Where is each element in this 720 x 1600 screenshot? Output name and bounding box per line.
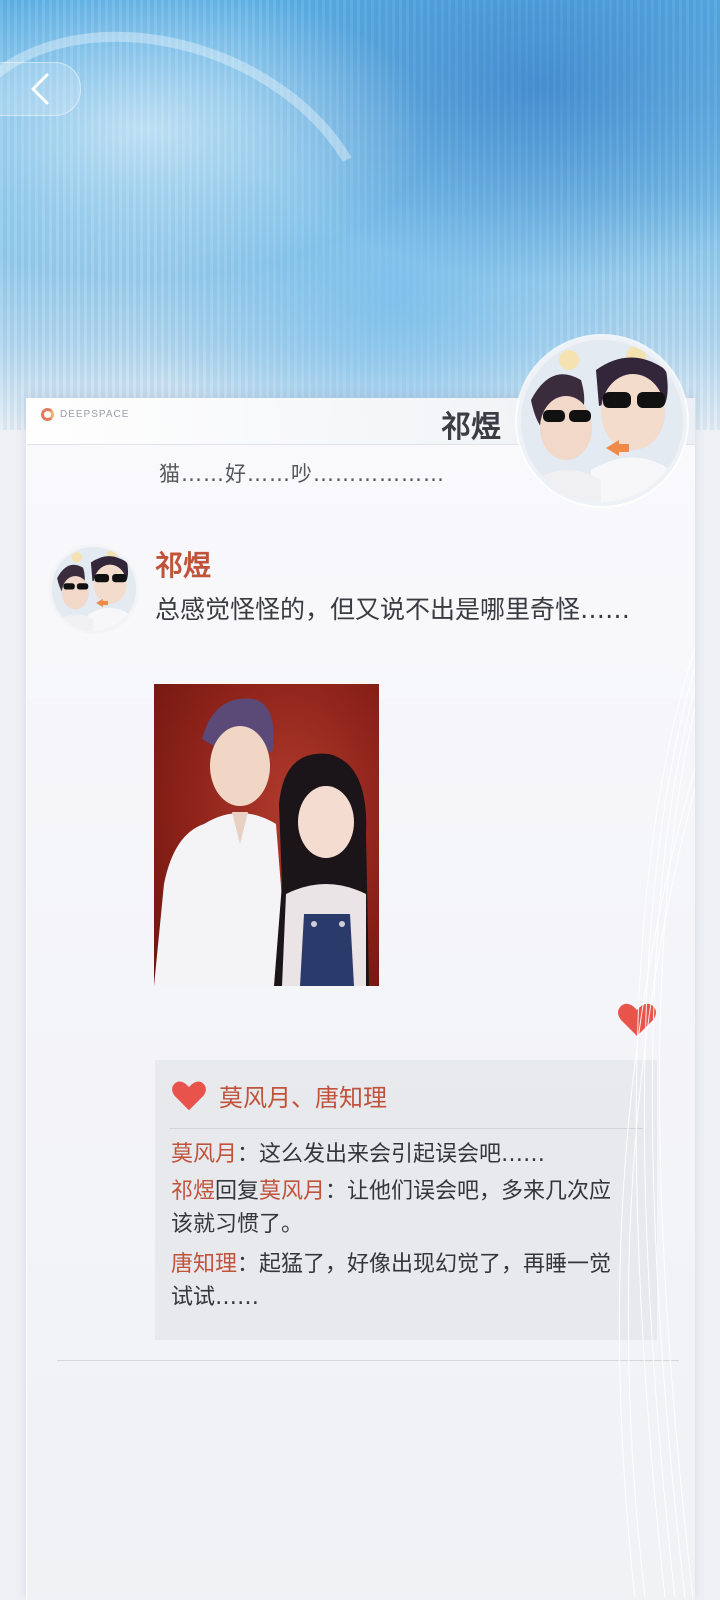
post-photo[interactable] [154, 684, 379, 986]
brand-logo: DEEPSPACE [41, 408, 129, 421]
heart-icon [618, 1003, 656, 1036]
profile-signature: 猫……好……吵……………… [159, 462, 445, 486]
comment-item[interactable]: 祁煜回复莫风月：让他们误会吧，多来几次应该就习惯了。 [171, 1175, 629, 1241]
comment-author[interactable]: 祁煜 [171, 1179, 215, 1204]
couple-photo-icon [154, 698, 369, 986]
profile-name: 祁煜 [441, 410, 501, 445]
heart-icon [172, 1081, 206, 1110]
likes-row: 莫风月、唐知理 [171, 1078, 387, 1113]
brand-text: DEEPSPACE [60, 409, 130, 420]
comment-item[interactable]: 唐知理：起猛了，好像出现幻觉了，再睡一觉试试…… [171, 1248, 629, 1314]
chevron-left-icon [31, 73, 49, 105]
post-author-name[interactable]: 祁煜 [155, 544, 211, 584]
divider [169, 1128, 643, 1129]
comment-item[interactable]: 莫风月：这么发出来会引起误会吧…… [171, 1138, 629, 1171]
post-author-avatar[interactable] [49, 544, 139, 634]
liked-by-names: 莫风月、唐知理 [219, 1084, 387, 1112]
moment-card: DEEPSPACE 祁煜 猫……好……吵……………… 祁煜 总感觉怪怪的，但又说… [26, 336, 695, 1600]
reply-target[interactable]: 莫风月 [259, 1179, 325, 1204]
post-text: 总感觉怪怪的，但又说不出是哪里奇怪…… [155, 595, 631, 624]
divider [57, 1360, 679, 1361]
avatar-portrait-icon [52, 547, 136, 631]
comment-text: ：起猛了，好像出现幻觉了，再睡一觉试试…… [171, 1252, 612, 1310]
comment-author[interactable]: 唐知理 [171, 1252, 237, 1277]
avatar-portrait-icon [521, 340, 683, 502]
reply-label: 回复 [215, 1179, 260, 1204]
comments-panel: 莫风月、唐知理 莫风月：这么发出来会引起误会吧…… 祁煜回复莫风月：让他们误会吧… [155, 1060, 657, 1340]
comment-text: ：这么发出来会引起误会吧…… [237, 1142, 546, 1167]
profile-avatar[interactable] [517, 336, 687, 506]
like-button[interactable] [617, 1002, 657, 1038]
comment-author[interactable]: 莫风月 [171, 1142, 237, 1167]
back-button[interactable] [0, 62, 81, 116]
brand-mark-icon [41, 408, 54, 421]
